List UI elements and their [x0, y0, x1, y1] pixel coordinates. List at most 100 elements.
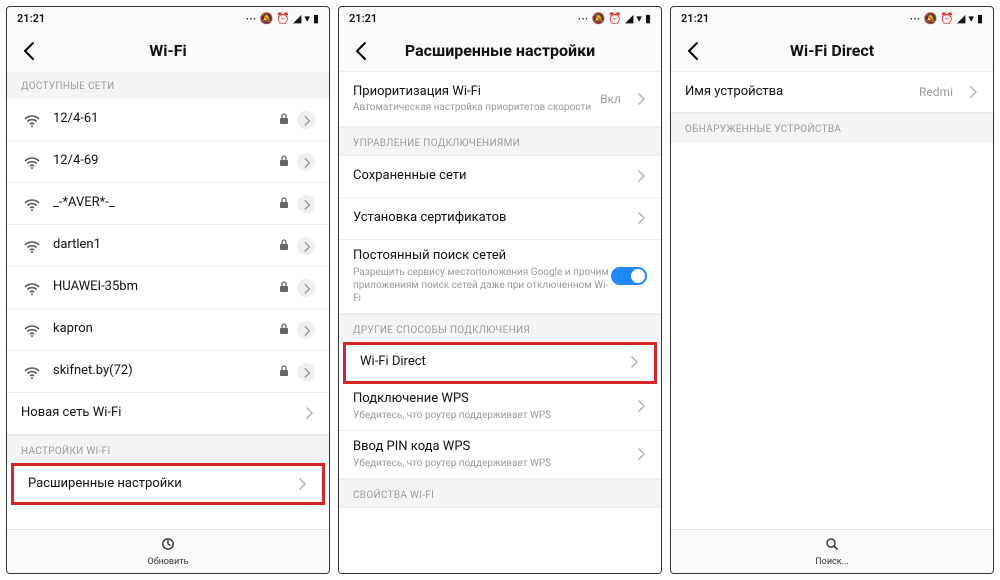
lock-icon — [277, 278, 291, 297]
back-button[interactable] — [679, 39, 707, 61]
back-button[interactable] — [347, 39, 375, 61]
section-wifi-settings: НАСТРОЙКИ WI-FI — [7, 435, 329, 464]
saved-networks-row[interactable]: Сохраненные сети — [339, 156, 661, 198]
page-title: Расширенные настройки — [375, 41, 625, 60]
section-other-connect: ДРУГИЕ СПОСОБЫ ПОДКЛЮЧЕНИЯ — [339, 314, 661, 343]
device-name-value: Redmi — [919, 85, 953, 99]
details-button[interactable] — [297, 237, 315, 255]
content-scroll[interactable]: Имя устройства Redmi ОБНАРУЖЕННЫЕ УСТРОЙ… — [671, 71, 993, 529]
device-name-row[interactable]: Имя устройства Redmi — [671, 71, 993, 113]
install-certs-row[interactable]: Установка сертификатов — [339, 198, 661, 240]
mute-icon: 🔕 — [592, 12, 606, 25]
wps-connect-subtitle: Убедитесь, что роутер поддерживает WPS — [353, 409, 633, 422]
wifi-direct-label: Wi-Fi Direct — [360, 354, 626, 371]
wifi-status-icon: ▾ — [968, 12, 974, 25]
app-bar: Wi-Fi Direct — [671, 29, 993, 71]
details-button[interactable] — [297, 279, 315, 297]
more-dots-icon: ⋯ — [578, 12, 589, 25]
signal-icon: ◢ — [625, 12, 633, 25]
content-scroll[interactable]: ДОСТУПНЫЕ СЕТИ 12/4-61 12/4-69 _-*AVER*-… — [7, 71, 329, 529]
wifi-network-row[interactable]: _-*AVER*-_ — [7, 183, 329, 225]
more-dots-icon: ⋯ — [910, 12, 921, 25]
app-bar: Wi-Fi — [7, 29, 329, 71]
network-ssid: kapron — [53, 321, 277, 338]
wifi-network-row[interactable]: 12/4-61 — [7, 99, 329, 141]
lock-icon — [277, 236, 291, 255]
wifi-icon — [21, 195, 43, 213]
wifi-icon — [21, 111, 43, 129]
search-label: Поиск... — [815, 557, 848, 567]
new-network-row[interactable]: Новая сеть Wi-Fi — [7, 393, 329, 435]
lock-icon — [277, 362, 291, 381]
details-button[interactable] — [297, 111, 315, 129]
status-indicators: ⋯ 🔕 ⏰ ◢ ▾ ▮ — [578, 12, 651, 25]
lock-icon — [277, 152, 291, 171]
wps-connect-row[interactable]: Подключение WPS Убедитесь, что роутер по… — [339, 383, 661, 431]
battery-icon: ▮ — [645, 12, 651, 25]
page-title: Wi-Fi — [43, 41, 293, 60]
always-scan-toggle[interactable] — [611, 267, 647, 285]
status-bar: 21:21 ⋯ 🔕 ⏰ ◢ ▾ ▮ — [7, 7, 329, 29]
details-button[interactable] — [297, 363, 315, 381]
status-time: 21:21 — [681, 12, 709, 25]
chevron-right-icon — [965, 83, 979, 102]
wifi-icon — [21, 237, 43, 255]
new-network-label: Новая сеть Wi-Fi — [21, 405, 301, 422]
always-scan-title: Постоянный поиск сетей — [353, 248, 611, 265]
network-ssid: dartlen1 — [53, 237, 277, 254]
wifi-status-icon: ▾ — [304, 12, 310, 25]
details-button[interactable] — [297, 321, 315, 339]
network-ssid: skifnet.by(72) — [53, 363, 277, 380]
priority-title: Приоритизация Wi-Fi — [353, 84, 600, 101]
alarm-icon: ⏰ — [940, 12, 954, 25]
network-ssid: _-*AVER*-_ — [53, 195, 277, 212]
signal-icon: ◢ — [957, 12, 965, 25]
content-scroll[interactable]: Приоритизация Wi-Fi Автоматическая настр… — [339, 71, 661, 573]
chevron-right-icon — [633, 90, 647, 109]
chevron-right-icon — [633, 397, 647, 416]
wifi-network-row[interactable]: skifnet.by(72) — [7, 351, 329, 393]
mute-icon: 🔕 — [924, 12, 938, 25]
mute-icon: 🔕 — [260, 12, 274, 25]
page-title: Wi-Fi Direct — [707, 41, 957, 60]
section-available-networks: ДОСТУПНЫЕ СЕТИ — [7, 71, 329, 99]
battery-icon: ▮ — [977, 12, 983, 25]
wps-connect-title: Подключение WPS — [353, 391, 633, 408]
wifi-icon — [21, 321, 43, 339]
back-icon — [682, 39, 704, 61]
always-scan-row[interactable]: Постоянный поиск сетей Разрешить сервису… — [339, 240, 661, 314]
advanced-settings-label: Расширенные настройки — [28, 476, 294, 493]
priority-row[interactable]: Приоритизация Wi-Fi Автоматическая настр… — [339, 71, 661, 127]
back-icon — [18, 39, 40, 61]
wifi-direct-row[interactable]: Wi-Fi Direct — [343, 342, 657, 384]
saved-networks-label: Сохраненные сети — [353, 168, 633, 185]
advanced-settings-row[interactable]: Расширенные настройки — [11, 463, 325, 505]
wifi-network-row[interactable]: 12/4-69 — [7, 141, 329, 183]
refresh-button[interactable]: Обновить — [7, 529, 329, 573]
wifi-icon — [21, 153, 43, 171]
alarm-icon: ⏰ — [608, 12, 622, 25]
screen-advanced-settings: 21:21 ⋯ 🔕 ⏰ ◢ ▾ ▮ Расширенные настройки … — [338, 6, 662, 574]
chevron-right-icon — [626, 353, 640, 372]
network-ssid: HUAWEI-35bm — [53, 279, 277, 296]
more-dots-icon: ⋯ — [246, 12, 257, 25]
screen-wifi-list: 21:21 ⋯ 🔕 ⏰ ◢ ▾ ▮ Wi-Fi ДОСТУПНЫЕ СЕТИ 1… — [6, 6, 330, 574]
status-bar: 21:21 ⋯ 🔕 ⏰ ◢ ▾ ▮ — [339, 7, 661, 29]
search-button[interactable]: Поиск... — [671, 529, 993, 573]
wifi-network-row[interactable]: kapron — [7, 309, 329, 351]
back-button[interactable] — [15, 39, 43, 61]
wifi-network-row[interactable]: HUAWEI-35bm — [7, 267, 329, 309]
lock-icon — [277, 110, 291, 129]
priority-subtitle: Автоматическая настройка приоритетов ско… — [353, 101, 600, 114]
screen-wifi-direct: 21:21 ⋯ 🔕 ⏰ ◢ ▾ ▮ Wi-Fi Direct Имя устро… — [670, 6, 994, 574]
battery-icon: ▮ — [313, 12, 319, 25]
wifi-network-row[interactable]: dartlen1 — [7, 225, 329, 267]
refresh-label: Обновить — [148, 557, 189, 567]
network-ssid: 12/4-69 — [53, 153, 277, 170]
status-bar: 21:21 ⋯ 🔕 ⏰ ◢ ▾ ▮ — [671, 7, 993, 29]
details-button[interactable] — [297, 153, 315, 171]
chevron-right-icon — [633, 209, 647, 228]
wps-pin-row[interactable]: Ввод PIN кода WPS Убедитесь, что роутер … — [339, 431, 661, 479]
details-button[interactable] — [297, 195, 315, 213]
install-certs-label: Установка сертификатов — [353, 210, 633, 227]
